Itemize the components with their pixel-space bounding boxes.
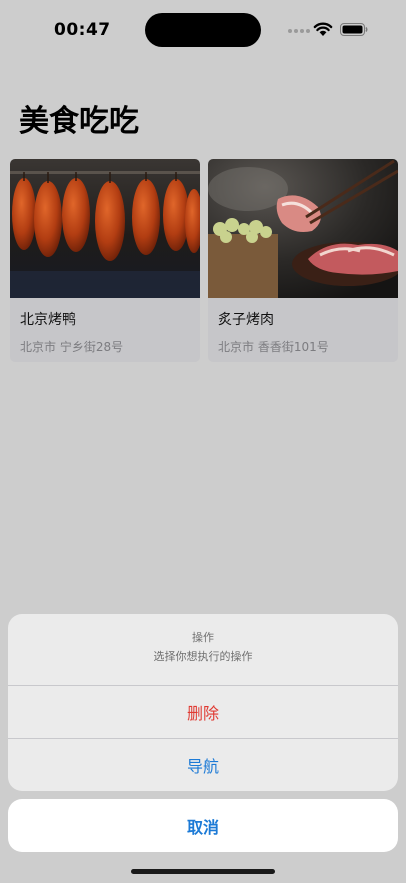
restaurant-card-beijing-duck[interactable]: 北京烤鸭 北京市 宁乡街28号 <box>10 159 200 362</box>
home-indicator[interactable] <box>131 869 275 874</box>
cellular-signal-icon <box>288 28 312 34</box>
action-sheet: 操作 选择你想执行的操作 删除 导航 <box>8 614 398 791</box>
restaurant-name: 炙子烤肉 <box>218 312 274 328</box>
navigate-button[interactable]: 导航 <box>8 738 398 791</box>
page-title: 美食吃吃 <box>19 104 139 139</box>
restaurant-name: 北京烤鸭 <box>20 312 76 328</box>
status-time: 00:47 <box>54 20 111 40</box>
restaurant-address: 北京市 香香街101号 <box>218 340 329 354</box>
action-sheet-message: 选择你想执行的操作 <box>153 650 253 663</box>
restaurant-card-grilled-meat[interactable]: 炙子烤肉 北京市 香香街101号 <box>208 159 398 362</box>
action-sheet-header: 操作 选择你想执行的操作 <box>8 614 398 685</box>
grilled-meat-image <box>208 159 398 298</box>
restaurant-address: 北京市 宁乡街28号 <box>20 340 124 354</box>
battery-icon <box>340 23 368 36</box>
roast-duck-image <box>10 159 200 298</box>
status-bar: 00:47 <box>0 0 406 60</box>
delete-button[interactable]: 删除 <box>8 685 398 738</box>
action-sheet-title: 操作 <box>192 631 214 644</box>
cancel-button[interactable]: 取消 <box>8 799 398 852</box>
wifi-icon <box>313 22 333 36</box>
dynamic-island <box>145 13 261 47</box>
